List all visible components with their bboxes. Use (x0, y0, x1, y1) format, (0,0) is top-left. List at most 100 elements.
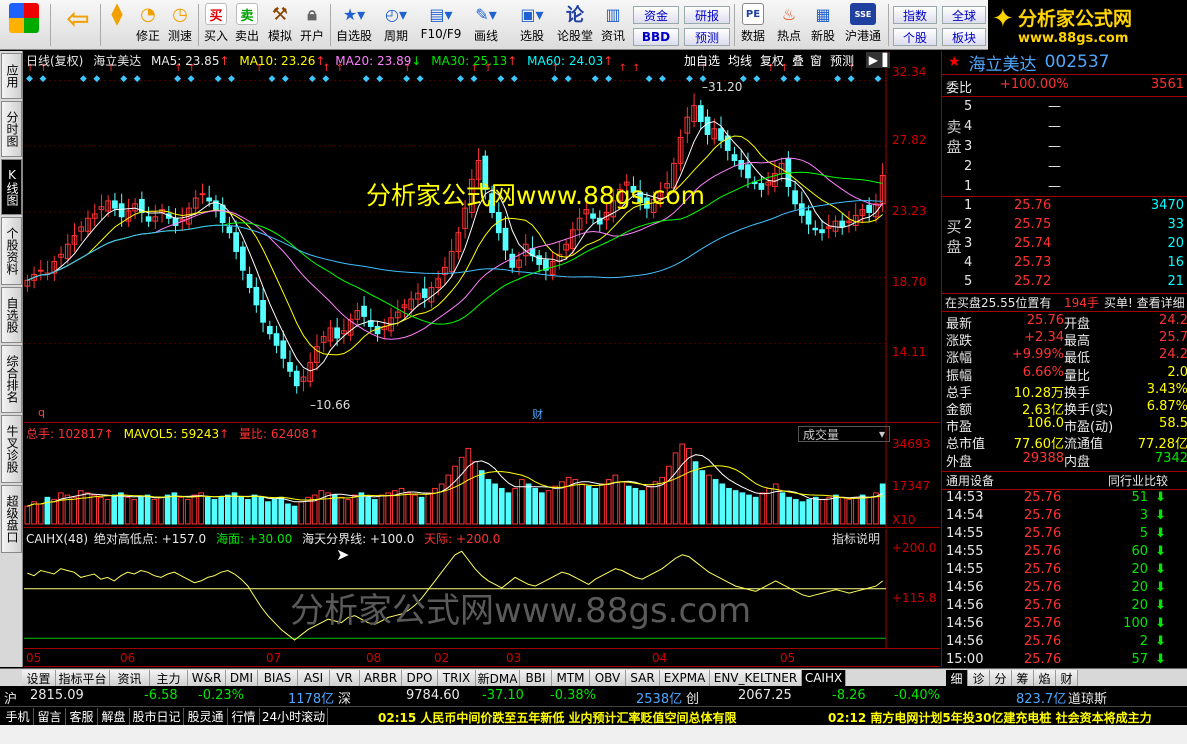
tab-indicator[interactable]: SAR (626, 670, 660, 686)
volume-bar[interactable] (178, 496, 184, 525)
volume-bar[interactable] (405, 492, 412, 525)
volume-bar[interactable] (251, 494, 258, 525)
volume-bar[interactable] (164, 494, 171, 525)
tab-intraday[interactable]: 分时图 (1, 101, 22, 157)
volume-bar[interactable] (98, 496, 104, 525)
notice-detail-link[interactable]: 买单! 查看详细 (1104, 294, 1185, 311)
candle-body[interactable] (145, 216, 152, 222)
volume-bar[interactable] (485, 479, 492, 525)
tab-kline[interactable]: K线图 (1, 159, 22, 215)
volume-bar[interactable] (732, 490, 739, 525)
volume-bar[interactable] (258, 496, 265, 525)
new-stock-button[interactable]: ▦ 新股 (807, 3, 839, 48)
candle-body[interactable] (240, 246, 246, 271)
candle-body[interactable] (374, 325, 381, 335)
volume-bar[interactable] (866, 496, 873, 525)
mobile-button[interactable]: 手机 (2, 708, 34, 725)
candle-body[interactable] (226, 226, 233, 234)
volume-bar[interactable] (579, 483, 585, 525)
volume-bar[interactable] (465, 447, 472, 525)
analysis-button[interactable]: 解盘 (98, 708, 130, 725)
tab-indicator[interactable]: EXPMA (660, 670, 710, 686)
news-ticker-1[interactable]: 02:15 人民币中间价跌至五年新低 业内预计汇率贬值空间总体有限 (378, 709, 737, 726)
diary-button[interactable]: 股市日记 (130, 708, 184, 725)
volume-bar[interactable] (184, 499, 191, 525)
candle-body[interactable] (502, 227, 509, 251)
candle-body[interactable] (118, 203, 125, 218)
candle-body[interactable] (421, 288, 428, 299)
volume-bar[interactable] (752, 496, 759, 525)
volume-bar[interactable] (592, 487, 599, 525)
volume-bar[interactable] (385, 492, 392, 525)
candle-body[interactable] (745, 164, 751, 179)
volume-bar[interactable] (131, 499, 138, 525)
volume-bar[interactable] (833, 494, 839, 525)
candle-body[interactable] (280, 340, 287, 359)
candle-body[interactable] (219, 204, 226, 224)
tab-quote-view[interactable]: 财 (1056, 670, 1078, 686)
candle-body[interactable] (509, 253, 516, 268)
volume-bar[interactable] (318, 490, 325, 525)
tab-indicator[interactable]: DPO (402, 670, 438, 686)
volume-bar[interactable] (792, 499, 799, 525)
candle-body[interactable] (697, 105, 704, 123)
volume-bar[interactable] (706, 474, 712, 525)
candle-body[interactable] (334, 327, 341, 339)
sector-button[interactable]: 板块 (942, 28, 986, 46)
forecast-button[interactable]: 预测 (684, 28, 730, 46)
volume-bar[interactable] (57, 492, 64, 525)
tab-diagnosis[interactable]: 牛叉诊股 (1, 415, 22, 483)
volume-bar[interactable] (786, 496, 792, 525)
tab-indicator[interactable]: BIAS (258, 670, 298, 686)
volume-bar[interactable] (418, 496, 425, 525)
volume-bar[interactable] (204, 496, 211, 525)
index-button[interactable]: 指数 (893, 6, 937, 24)
volume-bar[interactable] (191, 494, 198, 525)
candle-body[interactable] (287, 362, 293, 372)
volume-bar[interactable] (331, 494, 338, 525)
tab-super-depth[interactable]: 超级盘口 (1, 485, 22, 553)
tab-indicator[interactable]: TRIX (438, 670, 476, 686)
candle-body[interactable] (819, 229, 825, 234)
indicator-help-button[interactable]: 指标说明 (832, 530, 880, 546)
volume-bar[interactable] (345, 499, 351, 525)
volume-bar[interactable] (238, 496, 245, 525)
volume-bar[interactable] (118, 492, 124, 525)
volume-bar[interactable] (539, 492, 545, 525)
volume-bar[interactable] (665, 465, 672, 525)
window-button[interactable]: 窗 (810, 52, 822, 68)
volume-bar[interactable] (278, 496, 285, 525)
tab-indicator[interactable]: BBI (520, 670, 552, 686)
volume-bar[interactable] (712, 479, 719, 525)
volume-bar[interactable] (492, 483, 498, 525)
volume-bar[interactable] (325, 492, 331, 525)
volume-bar[interactable] (652, 481, 659, 525)
rolling-news-button[interactable]: 24小时滚动 (260, 708, 328, 725)
volume-bar[interactable] (472, 461, 478, 525)
tab-quote-view[interactable]: 筹 (1012, 670, 1034, 686)
adjust-button[interactable]: 复权 (760, 52, 784, 68)
volume-bar[interactable] (438, 483, 445, 525)
volume-bar[interactable] (759, 492, 766, 525)
research-button[interactable]: 研报 (684, 6, 730, 24)
volume-bar[interactable] (291, 505, 298, 525)
candle-body[interactable] (37, 269, 44, 272)
volume-bar[interactable] (699, 470, 706, 525)
volume-bar[interactable] (525, 483, 532, 525)
chart-expand-button[interactable]: ▶▐ (866, 52, 890, 68)
candle-body[interactable] (731, 154, 738, 161)
tab-indicator[interactable]: W&R (188, 670, 226, 686)
revise-button[interactable]: ◔ 修正 (132, 3, 164, 48)
tab-indicator[interactable]: ASI (298, 670, 330, 686)
volume-bar[interactable] (692, 461, 699, 525)
news-ticker-2[interactable]: 02:12 南方电网计划5年投30亿建充电桩 社会资本将成主力 (828, 709, 1152, 726)
watchlist-button[interactable]: ★▾ 自选股 (334, 3, 374, 48)
volume-bar[interactable] (726, 487, 732, 525)
candle-body[interactable] (253, 287, 260, 306)
overlay-button[interactable]: 叠 (792, 52, 804, 68)
tab-indicator[interactable]: OBV (590, 670, 626, 686)
volume-bar[interactable] (24, 505, 31, 525)
volume-bar[interactable] (271, 499, 278, 525)
simulate-button[interactable]: ⚒ 模拟 (265, 3, 295, 48)
volume-bar[interactable] (819, 499, 826, 525)
